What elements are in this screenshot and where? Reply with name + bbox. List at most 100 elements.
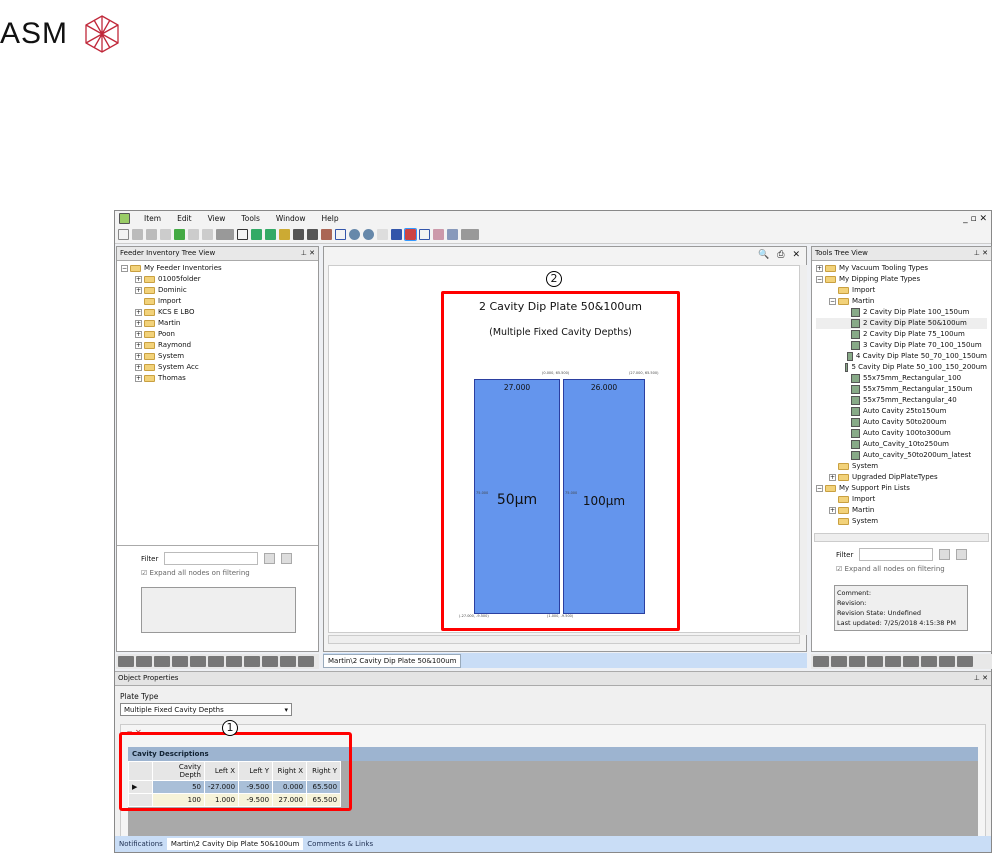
tree-node[interactable]: 4 Cavity Dip Plate 50_70_100_150um (816, 351, 987, 362)
tree-node[interactable]: 2 Cavity Dip Plate 50&100um (816, 318, 987, 329)
tree-node[interactable]: 55x75mm_Rectangular_100 (816, 373, 987, 384)
toolbar-icon[interactable] (146, 229, 157, 240)
grid-icon[interactable] (237, 229, 248, 240)
center-icon[interactable] (419, 229, 430, 240)
filter-input[interactable] (164, 552, 259, 565)
new-icon[interactable] (118, 229, 129, 240)
vertical-scrollbar[interactable] (800, 265, 807, 635)
toolbar-icon[interactable] (251, 229, 262, 240)
tree-node[interactable]: + Martin (816, 505, 987, 516)
expand-nodes-checkbox[interactable]: ☑ Expand all nodes on filtering (141, 569, 318, 577)
tree-node[interactable]: Auto_cavity_50to200um_latest (816, 450, 987, 461)
pin-close-icons[interactable]: ⊥ ✕ (974, 674, 988, 683)
menu-item[interactable]: Item (136, 214, 169, 223)
tree-node[interactable]: + My Vacuum Tooling Types (816, 263, 987, 274)
tree-node-root[interactable]: − My Feeder Inventories (121, 263, 314, 274)
tree-node[interactable]: + System Acc (121, 362, 314, 373)
expand-nodes-checkbox[interactable]: ☑ Expand all nodes on filtering (836, 565, 991, 573)
cavity-rect[interactable]: 26.000 100µm 75.000 (563, 379, 645, 614)
zoom-100-icon[interactable] (377, 229, 388, 240)
redo-icon[interactable] (202, 229, 213, 240)
toolbar-icon[interactable] (447, 229, 458, 240)
tree-node[interactable]: Import (816, 285, 987, 296)
clear-filter-button[interactable] (281, 553, 293, 564)
refresh-icon[interactable] (174, 229, 185, 240)
tree-node[interactable]: + KCS E LBO (121, 307, 314, 318)
tree-node[interactable]: System (816, 516, 987, 527)
pan-icon[interactable] (391, 229, 402, 240)
tree-node[interactable]: + Raymond (121, 340, 314, 351)
zoom-in-icon[interactable] (349, 229, 360, 240)
horizontal-scrollbar[interactable] (814, 533, 989, 542)
search-icon[interactable]: 🔍 (758, 250, 769, 260)
pin-close-icons[interactable]: ⊥ ✕ (301, 249, 315, 258)
tree-node[interactable]: Auto_Cavity_10to250um (816, 439, 987, 450)
tree-node[interactable]: − Martin (816, 296, 987, 307)
zoom-window-icon[interactable] (335, 229, 346, 240)
tree-node[interactable]: − My Dipping Plate Types (816, 274, 987, 285)
tree-node[interactable]: Import (816, 494, 987, 505)
apply-filter-button[interactable] (264, 553, 276, 564)
menu-item[interactable]: Window (268, 214, 314, 223)
filter-input[interactable] (859, 548, 934, 561)
cavity-rect[interactable]: 27.000 50µm 75.000 (474, 379, 560, 614)
toolbar-icon[interactable] (307, 229, 318, 240)
tree-node[interactable]: Auto Cavity 50to200um (816, 417, 987, 428)
menu-item[interactable]: Edit (169, 214, 200, 223)
info-revision-state: Revision State: Undefined (837, 609, 922, 617)
close-icon[interactable]: ✕ (792, 250, 800, 260)
tree-node[interactable]: 2 Cavity Dip Plate 75_100um (816, 329, 987, 340)
menu-item[interactable]: View (200, 214, 234, 223)
toolbar-icon[interactable] (132, 229, 143, 240)
folder-icon (144, 298, 155, 305)
filter-label: Filter (836, 550, 854, 559)
horizontal-scrollbar[interactable] (328, 635, 800, 644)
toolbar-icon[interactable] (321, 229, 332, 240)
tree-node[interactable]: System (816, 461, 987, 472)
clear-filter-button[interactable] (956, 549, 968, 560)
tree-node[interactable]: Auto Cavity 25to150um (816, 406, 987, 417)
window-controls[interactable]: _ ▫ ✕ (963, 214, 991, 224)
undo-icon[interactable] (188, 229, 199, 240)
print-icon[interactable]: ⎙ (777, 250, 784, 260)
fit-icon[interactable] (404, 228, 417, 241)
dropdown-icon[interactable] (216, 229, 234, 240)
menu-item[interactable]: Help (313, 214, 346, 223)
tree-node[interactable]: + Thomas (121, 373, 314, 384)
pin-close-icons[interactable]: ⊥ ✕ (974, 249, 988, 258)
tab-comments-links[interactable]: Comments & Links (303, 838, 377, 850)
tree-node[interactable]: 55x75mm_Rectangular_40 (816, 395, 987, 406)
tree-node[interactable]: 55x75mm_Rectangular_150um (816, 384, 987, 395)
layout-icon[interactable] (461, 229, 479, 240)
tab-plate-properties[interactable]: Martin\2 Cavity Dip Plate 50&100um (166, 838, 304, 850)
tree-node[interactable]: + Upgraded DipPlateTypes (816, 472, 987, 483)
zoom-out-icon[interactable] (363, 229, 374, 240)
document-tab[interactable]: Martin\2 Cavity Dip Plate 50&100um (323, 654, 462, 668)
plate-type-dropdown[interactable]: Multiple Fixed Cavity Depths ▾ (120, 703, 292, 716)
check-icon[interactable] (160, 229, 171, 240)
apply-filter-button[interactable] (939, 549, 951, 560)
toolbar-icon[interactable] (293, 229, 304, 240)
toolbar-icon[interactable] (279, 229, 290, 240)
tree-node[interactable]: 3 Cavity Dip Plate 70_100_150um (816, 340, 987, 351)
app-window: Item Edit View Tools Window Help _ ▫ ✕ F… (114, 210, 992, 853)
folder-icon (144, 320, 155, 327)
tree-node[interactable]: Import (121, 296, 314, 307)
tree-node[interactable]: + Martin (121, 318, 314, 329)
left-panel-tabs[interactable] (116, 654, 319, 669)
right-panel-tabs[interactable] (811, 654, 992, 669)
tree-node[interactable]: +01005folder (121, 274, 314, 285)
tree-node[interactable]: 2 Cavity Dip Plate 100_150um (816, 307, 987, 318)
logo-text: ASM (0, 17, 69, 50)
cavity-width-label: 27.000 (503, 383, 531, 392)
tab-notifications[interactable]: Notifications (115, 838, 167, 850)
tree-node[interactable]: + Poon (121, 329, 314, 340)
tree-node[interactable]: + System (121, 351, 314, 362)
toolbar-icon[interactable] (265, 229, 276, 240)
tree-node[interactable]: Auto Cavity 100to300um (816, 428, 987, 439)
menu-item[interactable]: Tools (233, 214, 267, 223)
lock-icon[interactable] (433, 229, 444, 240)
tree-node[interactable]: + Dominic (121, 285, 314, 296)
tree-node[interactable]: − My Support Pin Lists (816, 483, 987, 494)
tree-node[interactable]: 5 Cavity Dip Plate 50_100_150_200um (816, 362, 987, 373)
